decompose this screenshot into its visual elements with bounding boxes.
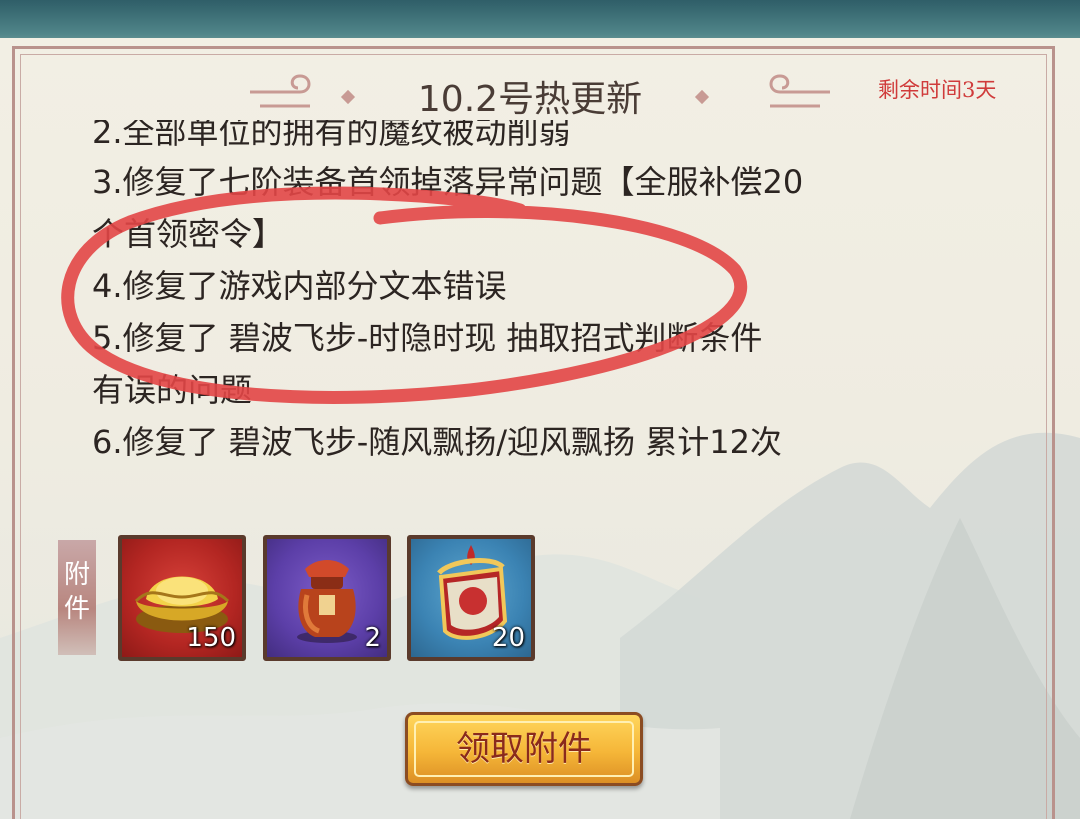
note-line-3: 3.修复了七阶装备首领掉落异常问题【全服补偿20 xyxy=(92,163,804,201)
attachment-item-wine-jar[interactable]: 2 xyxy=(263,535,391,661)
item-count: 20 xyxy=(491,623,525,653)
claim-attachments-button[interactable]: 领取附件 xyxy=(405,712,643,786)
mail-title: 10.2号热更新 xyxy=(417,79,643,120)
item-count: 2 xyxy=(364,623,381,653)
item-count: 150 xyxy=(186,623,236,653)
attachment-item-gold-ingot[interactable]: 150 xyxy=(118,535,246,661)
attachments-label-top: 附 xyxy=(63,560,90,590)
attachments-label-bottom: 件 xyxy=(63,594,90,624)
note-line-6: 6.修复了 碧波飞步-随风飘扬/迎风飘扬 累计12次 xyxy=(92,423,782,461)
update-notes: 2.全部单位的拥有的魔纹被动削弱 3.修复了七阶装备首领掉落异常问题【全服补偿2… xyxy=(92,120,972,468)
note-line-5-cont: 有误的问题 xyxy=(92,371,253,409)
note-line-2-clipped: 2.全部单位的拥有的魔纹被动削弱 xyxy=(92,120,571,151)
note-line-4: 4.修复了游戏内部分文本错误 xyxy=(92,267,507,305)
attachment-item-boss-token[interactable]: 20 xyxy=(407,535,535,661)
note-line-3-cont: 个首领密令】 xyxy=(92,215,285,253)
attachments-label: 附 件 xyxy=(58,540,96,655)
claim-button-label: 领取附件 xyxy=(456,729,592,769)
note-line-5: 5.修复了 碧波飞步-时隐时现 抽取招式判断条件 xyxy=(92,319,763,357)
remaining-time-label: 剩余时间3天 xyxy=(878,78,997,102)
